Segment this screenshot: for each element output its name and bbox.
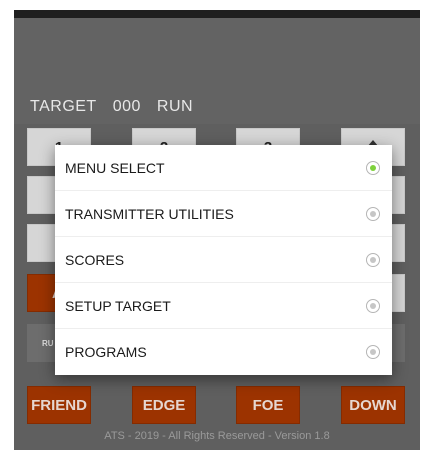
- menu-item-label: MENU SELECT: [65, 159, 165, 176]
- edge-button[interactable]: EDGE: [132, 386, 196, 424]
- radio-unselected-icon[interactable]: [366, 252, 380, 267]
- radio-unselected-icon[interactable]: [366, 206, 380, 221]
- menu-item-label: SETUP TARGET: [65, 297, 171, 314]
- down-button[interactable]: DOWN: [341, 386, 405, 424]
- menu-item-label: TRANSMITTER UTILITIES: [65, 205, 234, 222]
- target-number: 000: [112, 98, 141, 115]
- menu-select-dialog: MENU SELECT TRANSMITTER UTILITIES SCORES…: [55, 145, 392, 375]
- menu-item-programs[interactable]: PROGRAMS: [55, 329, 392, 375]
- friend-button[interactable]: FRIEND: [27, 386, 91, 424]
- target-status-line: TARGET 000 RUN: [30, 98, 193, 116]
- menu-item-scores[interactable]: SCORES: [55, 237, 392, 283]
- run-label: RUN: [156, 98, 194, 115]
- menu-item-transmitter-utilities[interactable]: TRANSMITTER UTILITIES: [55, 191, 392, 237]
- footer-copyright: ATS - 2019 - All Rights Reserved - Versi…: [104, 430, 330, 442]
- menu-item-setup-target[interactable]: SETUP TARGET: [55, 283, 392, 329]
- foe-button[interactable]: FOE: [236, 386, 300, 424]
- run-key-label: RU: [42, 338, 54, 348]
- header-area: TARGET 000 RUN: [14, 18, 420, 124]
- menu-item-label: SCORES: [65, 251, 125, 268]
- menu-item-label: PROGRAMS: [65, 344, 147, 360]
- menu-item-menu-select[interactable]: MENU SELECT: [55, 145, 392, 191]
- radio-unselected-icon[interactable]: [366, 345, 380, 359]
- radio-unselected-icon[interactable]: [366, 298, 380, 313]
- radio-selected-icon[interactable]: [366, 160, 380, 175]
- target-label: TARGET: [30, 98, 97, 115]
- status-bar: [14, 10, 420, 18]
